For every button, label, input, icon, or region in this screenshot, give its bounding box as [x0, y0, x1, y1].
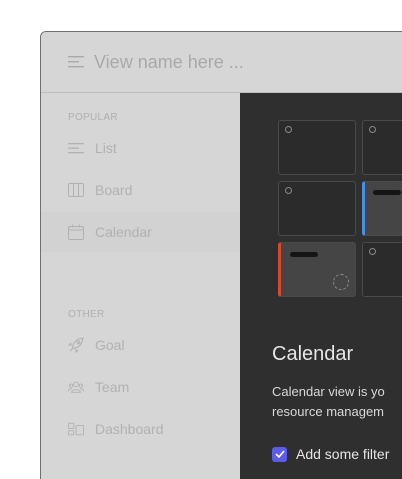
panel-title: Calendar [272, 343, 354, 365]
dashboard-icon [68, 421, 84, 437]
description-line: resource managem [272, 404, 384, 419]
view-type-sidebar: POPULAR List Board Calendar OTHER Goal T… [41, 93, 240, 479]
panel-description: Calendar view is yo resource managem [272, 382, 402, 422]
day-dot [285, 126, 292, 133]
sidebar-item-team[interactable]: Team [41, 367, 240, 407]
description-line: Calendar view is yo [272, 384, 385, 399]
view-name-input[interactable]: View name here ... [94, 52, 244, 73]
sidebar-item-label: Team [95, 379, 130, 395]
team-icon [68, 379, 84, 395]
calendar-cell [278, 120, 356, 175]
add-filter-checkbox[interactable] [272, 446, 287, 462]
sidebar-item-label: Calendar [95, 224, 152, 240]
event-bar [373, 190, 401, 195]
sidebar-item-list[interactable]: List [41, 128, 240, 168]
view-dialog: View name here ... POPULAR List Board Ca… [40, 31, 402, 479]
day-dot [369, 248, 376, 255]
sidebar-item-board[interactable]: Board [41, 170, 240, 210]
calendar-icon [68, 224, 84, 240]
view-preview-panel: Calendar Calendar view is yo resource ma… [240, 93, 402, 479]
sidebar-item-label: Board [95, 182, 133, 198]
rocket-icon [68, 337, 84, 353]
day-dot [369, 126, 376, 133]
event-bar [290, 252, 318, 257]
view-header: View name here ... [41, 32, 402, 93]
menu-lines-icon[interactable] [68, 55, 84, 69]
sidebar-item-label: List [95, 140, 117, 156]
section-label-other: OTHER [68, 309, 105, 320]
sidebar-item-calendar[interactable]: Calendar [41, 212, 240, 252]
board-icon [68, 182, 84, 198]
sidebar-item-dashboard[interactable]: Dashboard [41, 409, 240, 449]
calendar-cell [278, 181, 356, 236]
list-icon [68, 140, 84, 156]
checkmark-icon [274, 450, 285, 458]
sidebar-item-label: Dashboard [95, 421, 164, 437]
calendar-cell-event-blue [362, 181, 402, 236]
calendar-cell [362, 120, 402, 175]
add-filter-option[interactable]: Add some filter [272, 446, 389, 462]
sidebar-item-goal[interactable]: Goal [41, 325, 240, 365]
sidebar-item-label: Goal [95, 337, 125, 353]
calendar-cell-event-red [278, 242, 356, 297]
loading-icon [333, 274, 349, 290]
add-filter-label: Add some filter [296, 446, 390, 462]
section-label-popular: POPULAR [68, 112, 118, 123]
calendar-cell [362, 242, 402, 297]
day-dot [285, 187, 292, 194]
